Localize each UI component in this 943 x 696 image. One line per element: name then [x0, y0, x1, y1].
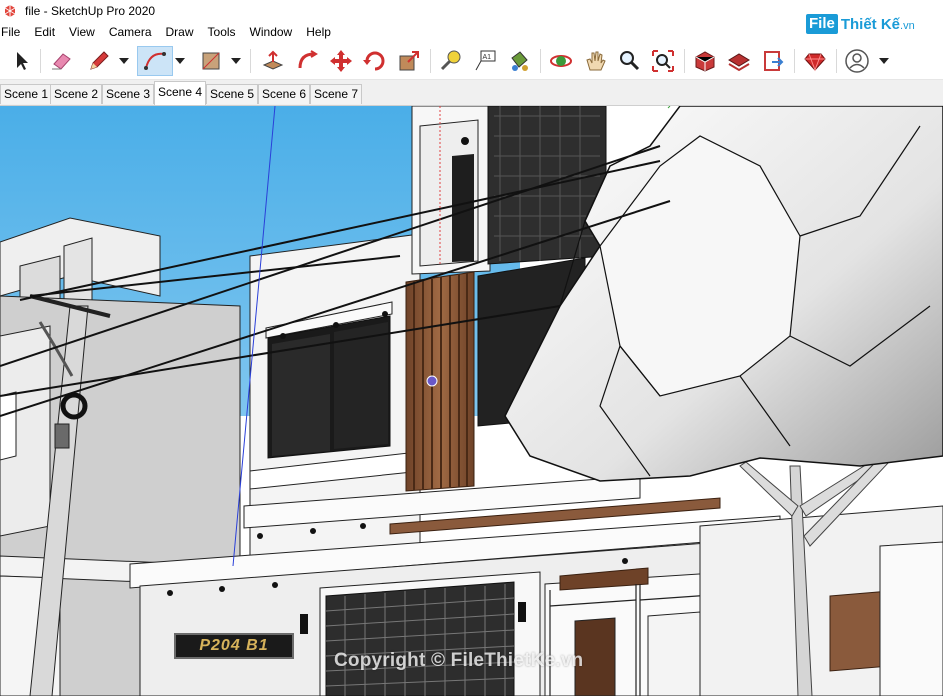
rectangle-tool[interactable]	[196, 46, 226, 76]
rotate-tool[interactable]	[360, 46, 390, 76]
copyright-watermark: Copyright © FileThietKe.vn	[334, 650, 584, 671]
svg-text:A1: A1	[483, 54, 492, 61]
rectangle-icon	[202, 52, 220, 70]
select-tool[interactable]	[6, 46, 36, 76]
tab-scene-6[interactable]: Scene 6	[258, 84, 311, 104]
eraser-tool[interactable]	[46, 46, 76, 76]
scale-icon	[399, 51, 419, 71]
tab-scene-1[interactable]: Scene 1	[0, 84, 53, 104]
move-icon	[330, 50, 352, 72]
rectangle-tool-dropdown[interactable]	[230, 46, 242, 76]
text-tool[interactable]: A1	[470, 46, 500, 76]
line-tool[interactable]	[84, 46, 114, 76]
pan-tool[interactable]	[580, 46, 610, 76]
modeling-viewport[interactable]: P204 B1 Copyright © FileThietKe.vn	[0, 106, 943, 696]
chevron-down-icon	[879, 58, 889, 64]
tab-scene-5[interactable]: Scene 5	[206, 84, 259, 104]
extension-warehouse-icon	[728, 53, 750, 72]
pencil-icon	[90, 51, 109, 70]
menu-draw[interactable]: Draw	[166, 25, 194, 39]
scale-tool[interactable]	[394, 46, 424, 76]
push-pull-tool[interactable]	[258, 46, 288, 76]
account-dropdown[interactable]	[878, 46, 890, 76]
large-toolset-toolbar: A1	[0, 42, 943, 80]
menu-tools[interactable]: Tools	[208, 25, 236, 39]
orbit-icon	[550, 55, 572, 67]
rotate-icon	[363, 51, 385, 71]
tab-scene-7[interactable]: Scene 7	[310, 84, 363, 104]
push-pull-icon	[262, 50, 284, 70]
title-bar: file - SketchUp Pro 2020	[0, 0, 943, 22]
text-icon: A1	[475, 50, 496, 71]
ruby-icon	[804, 53, 826, 72]
zoom-tool[interactable]	[614, 46, 644, 76]
menu-help[interactable]: Help	[306, 25, 331, 39]
menu-file[interactable]: File	[1, 25, 20, 39]
chevron-down-icon	[231, 58, 241, 64]
account-button[interactable]	[842, 46, 872, 76]
tape-measure-icon	[440, 50, 461, 71]
window-title: file - SketchUp Pro 2020	[25, 4, 156, 18]
move-tool[interactable]	[326, 46, 356, 76]
menu-camera[interactable]: Camera	[109, 25, 152, 39]
follow-me-tool[interactable]	[292, 46, 322, 76]
logo-badge: File	[806, 14, 838, 34]
magnifier-icon	[620, 51, 640, 71]
extension-warehouse-button[interactable]	[724, 46, 754, 76]
paint-bucket-icon	[511, 51, 528, 71]
orbit-tool[interactable]	[546, 46, 576, 76]
sketchup-window: file - SketchUp Pro 2020 File Edit View …	[0, 0, 943, 696]
house-number-plate: P204 B1	[174, 633, 294, 659]
paint-bucket-tool[interactable]	[504, 46, 534, 76]
arc-tool-dropdown[interactable]	[174, 46, 186, 76]
tab-scene-3[interactable]: Scene 3	[102, 84, 155, 104]
filethietke-logo: File Thiết Kế.vn	[806, 14, 915, 34]
menu-window[interactable]: Window	[250, 25, 293, 39]
arc-tool[interactable]	[137, 46, 173, 76]
tab-scene-4[interactable]: Scene 4	[154, 81, 207, 105]
follow-me-icon	[298, 50, 318, 69]
sketchup-icon	[4, 5, 16, 17]
user-icon	[845, 49, 869, 73]
green-axis-dotted	[667, 106, 671, 109]
extension-manager-button[interactable]	[800, 46, 830, 76]
chevron-down-icon	[119, 58, 129, 64]
zoom-extents-icon	[652, 50, 674, 72]
line-tool-dropdown[interactable]	[118, 46, 130, 76]
eraser-icon	[52, 53, 71, 70]
scene-tabs: Scene 1 Scene 2 Scene 3 Scene 4 Scene 5 …	[0, 80, 943, 106]
zoom-extents-tool[interactable]	[648, 46, 678, 76]
menu-edit[interactable]: Edit	[34, 25, 55, 39]
warehouse-icon	[695, 51, 715, 72]
hand-icon	[586, 51, 606, 71]
chevron-down-icon	[175, 58, 185, 64]
right-wall	[699, 505, 943, 696]
arrow-icon	[17, 52, 28, 70]
3d-warehouse-button[interactable]	[690, 46, 720, 76]
tab-scene-2[interactable]: Scene 2	[50, 84, 103, 104]
send-to-layout-button[interactable]	[758, 46, 788, 76]
model-scene	[0, 106, 943, 696]
arc-icon	[144, 52, 166, 70]
menu-view[interactable]: View	[69, 25, 95, 39]
menu-bar: File Edit View Camera Draw Tools Window …	[0, 22, 943, 42]
layout-icon	[764, 51, 784, 71]
tape-measure-tool[interactable]	[436, 46, 466, 76]
logo-text: Thiết Kế.vn	[840, 15, 915, 33]
